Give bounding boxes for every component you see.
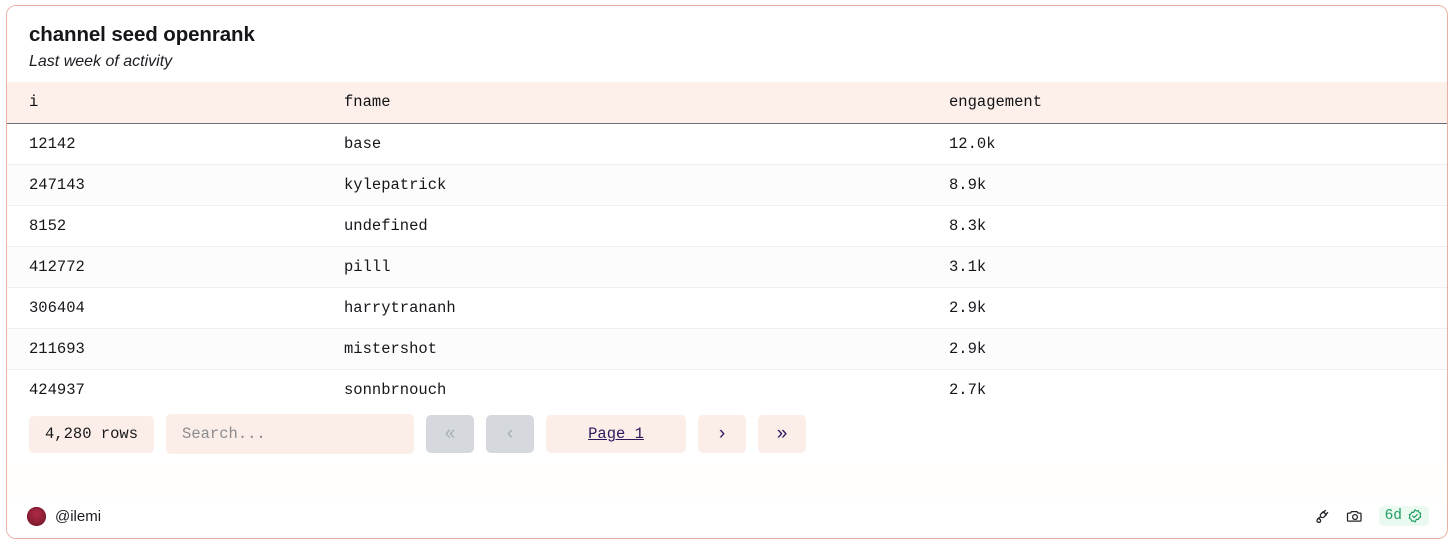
plug-icon[interactable] — [1313, 507, 1331, 525]
data-table: i fname engagement 12142 base 12.0k 2471… — [7, 82, 1447, 401]
cell-i: 424937 — [7, 369, 344, 401]
table-row[interactable]: 211693 mistershot 2.9k — [7, 328, 1447, 371]
table-row[interactable]: 247143 kylepatrick 8.9k — [7, 164, 1447, 207]
pagination-toolbar: 4,280 rows « ‹ Page 1 › » — [7, 400, 1447, 467]
prev-page-button[interactable]: ‹ — [486, 415, 535, 454]
cell-fname: mistershot — [344, 328, 949, 371]
table-row[interactable]: 8152 undefined 8.3k — [7, 205, 1447, 248]
cell-fname: base — [344, 123, 949, 166]
page-subtitle: Last week of activity — [29, 52, 173, 70]
table-scroll-region[interactable]: i fname engagement 12142 base 12.0k 2471… — [7, 82, 1447, 401]
table-body: 12142 base 12.0k 247143 kylepatrick 8.9k… — [7, 123, 1447, 401]
table-row[interactable]: 12142 base 12.0k — [7, 123, 1447, 166]
current-page-link[interactable]: Page 1 — [546, 415, 687, 454]
cell-i: 306404 — [7, 287, 344, 330]
search-input[interactable] — [166, 414, 415, 455]
dashboard-card: channel seed openrank Last week of activ… — [6, 5, 1448, 539]
cell-engagement: 8.9k — [949, 164, 1447, 207]
author-handle: @ilemi — [55, 507, 102, 525]
footer-actions: 6d — [1313, 506, 1429, 526]
cell-engagement: 2.9k — [949, 328, 1447, 371]
cell-i: 12142 — [7, 123, 344, 166]
cell-fname: undefined — [344, 205, 949, 248]
row-count-badge: 4,280 rows — [29, 415, 155, 454]
author-block[interactable]: @ilemi — [27, 506, 102, 526]
freshness-age: 6d — [1384, 508, 1402, 524]
cell-fname: harrytrananh — [344, 287, 949, 330]
cell-i: 8152 — [7, 205, 344, 248]
column-header-engagement[interactable]: engagement — [949, 82, 1447, 125]
table-row[interactable]: 424937 sonnbrnouch 2.7k — [7, 369, 1447, 401]
freshness-badge: 6d — [1378, 506, 1429, 526]
verified-check-icon — [1407, 508, 1423, 524]
page-title: channel seed openrank — [29, 23, 255, 46]
cell-engagement: 3.1k — [949, 246, 1447, 289]
table-row[interactable]: 306404 harrytrananh 2.9k — [7, 287, 1447, 330]
cell-fname: pilll — [344, 246, 949, 289]
cell-fname: kylepatrick — [344, 164, 949, 207]
card-header: channel seed openrank Last week of activ… — [7, 6, 1447, 83]
first-page-button[interactable]: « — [426, 415, 475, 454]
cell-engagement: 2.9k — [949, 287, 1447, 330]
cell-i: 211693 — [7, 328, 344, 371]
cell-fname: sonnbrnouch — [344, 369, 949, 401]
table-header-row: i fname engagement — [7, 82, 1447, 125]
table-head: i fname engagement — [7, 82, 1447, 125]
camera-icon[interactable] — [1346, 507, 1364, 525]
column-header-fname[interactable]: fname — [344, 82, 949, 125]
cell-i: 247143 — [7, 164, 344, 207]
cell-engagement: 8.3k — [949, 205, 1447, 248]
cell-i: 412772 — [7, 246, 344, 289]
next-page-button[interactable]: › — [698, 415, 747, 454]
cell-engagement: 2.7k — [949, 369, 1447, 401]
column-header-i[interactable]: i — [7, 82, 344, 125]
table-row[interactable]: 412772 pilll 3.1k — [7, 246, 1447, 289]
cell-engagement: 12.0k — [949, 123, 1447, 166]
last-page-button[interactable]: » — [758, 415, 807, 454]
card-footer: @ilemi 6d — [7, 500, 1447, 538]
avatar — [27, 506, 46, 526]
